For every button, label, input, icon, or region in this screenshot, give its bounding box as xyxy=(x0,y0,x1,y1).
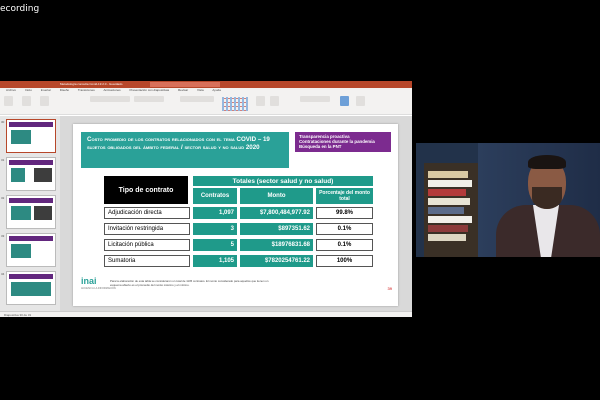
row-contratos: 1,097 xyxy=(193,207,237,219)
row-label: Adjudicación directa xyxy=(104,207,190,219)
tab-revisar[interactable]: Revisar xyxy=(178,88,188,92)
inai-logo: inai xyxy=(81,276,97,286)
row-porcentaje: 99.8% xyxy=(316,207,373,219)
screen-share: Metodología consulta Covid-19 2.0 - Guar… xyxy=(0,81,412,317)
webcam-video xyxy=(416,143,600,257)
row-monto: $7,800,484,977.92 xyxy=(240,207,313,219)
tab-animaciones[interactable]: Animaciones xyxy=(103,88,120,92)
col-header-monto: Monto xyxy=(240,188,313,204)
tab-inicio[interactable]: Inicio xyxy=(25,88,32,92)
slide-editor: Costo promedio de los contratos relacion… xyxy=(60,116,412,311)
paste-button[interactable] xyxy=(4,96,13,106)
slide-thumbnail[interactable] xyxy=(6,157,56,191)
shapes-gallery[interactable] xyxy=(222,97,248,111)
tab-transiciones[interactable]: Transiciones xyxy=(78,88,95,92)
current-slide[interactable]: Costo promedio de los contratos relacion… xyxy=(73,124,398,306)
tab-presentacion[interactable]: Presentación con diapositivas xyxy=(129,88,169,92)
quick-styles-button[interactable] xyxy=(270,96,279,106)
logo-subtitle: ACCESO A LA INFORMACIÓN xyxy=(81,287,116,290)
col-header-porcentaje: Porcentaje del monto total xyxy=(316,188,373,204)
person-hair xyxy=(528,155,566,169)
thumb-number: 32 xyxy=(1,196,5,200)
slide-thumbnail[interactable] xyxy=(6,271,56,305)
text-direction-controls[interactable] xyxy=(180,96,214,102)
row-contratos: 3 xyxy=(193,223,237,235)
ribbon xyxy=(0,93,412,115)
group-header: Totales (sector salud y no salud) xyxy=(193,176,373,186)
col-header-contratos: Contratos xyxy=(193,188,237,204)
person-beard xyxy=(532,187,562,209)
slide-thumbnails: 30 31 32 33 34 xyxy=(0,116,60,311)
thumb-number: 31 xyxy=(1,158,5,162)
row-porcentaje: 100% xyxy=(316,255,373,267)
row-monto: $7820254761.22 xyxy=(240,255,313,267)
footnote: Para la elaboración de esta tabla se con… xyxy=(110,279,269,287)
row-label: Invitación restringida xyxy=(104,223,190,235)
slide-thumbnail[interactable] xyxy=(6,195,56,229)
search-box[interactable] xyxy=(150,82,220,87)
window-titlebar: Metodología consulta Covid-19 2.0 - Guar… xyxy=(0,81,412,88)
row-porcentaje: 0.1% xyxy=(316,223,373,235)
row-contratos: 5 xyxy=(193,239,237,251)
designer-icon[interactable] xyxy=(356,96,365,106)
row-monto: $897351.62 xyxy=(240,223,313,235)
shape-fill-controls[interactable] xyxy=(300,96,330,102)
slide-thumbnail[interactable] xyxy=(6,119,56,153)
tab-vista[interactable]: Vista xyxy=(197,88,204,92)
topic-line: Búsqueda en la PNT xyxy=(299,144,342,150)
row-label: Licitación pública xyxy=(104,239,190,251)
row-contratos: 1,105 xyxy=(193,255,237,267)
new-slide-button[interactable] xyxy=(22,96,31,106)
topic-box: Transparencia proactiva Contrataciones d… xyxy=(295,132,391,152)
tab-insertar[interactable]: Insertar xyxy=(41,88,51,92)
arrange-button[interactable] xyxy=(256,96,265,106)
row-label: Sumatoria xyxy=(104,255,190,267)
tab-ayuda[interactable]: Ayuda xyxy=(212,88,220,92)
slide-title: Costo promedio de los contratos relacion… xyxy=(81,132,289,168)
paragraph-controls[interactable] xyxy=(134,96,164,102)
recording-indicator: ecording xyxy=(0,4,40,14)
reuse-slides-button[interactable] xyxy=(40,96,49,106)
window-title: Metodología consulta Covid-19 2.0 - Guar… xyxy=(60,82,123,86)
row-monto: $18976831.68 xyxy=(240,239,313,251)
status-bar: Diapositiva 30 de 31 xyxy=(0,311,412,317)
slide-number: 39 xyxy=(387,286,392,291)
thumb-number: 33 xyxy=(1,234,5,238)
font-selector[interactable] xyxy=(90,96,130,102)
dictate-icon[interactable] xyxy=(340,96,349,106)
type-header: Tipo de contrato xyxy=(104,176,188,204)
tab-archivo[interactable]: Archivo xyxy=(6,88,16,92)
thumb-number: 30 xyxy=(1,120,5,124)
slide-thumbnail[interactable] xyxy=(6,233,56,267)
tab-diseno[interactable]: Diseño xyxy=(60,88,69,92)
bookshelf xyxy=(424,163,478,257)
thumb-number: 34 xyxy=(1,272,5,276)
row-porcentaje: 0.1% xyxy=(316,239,373,251)
